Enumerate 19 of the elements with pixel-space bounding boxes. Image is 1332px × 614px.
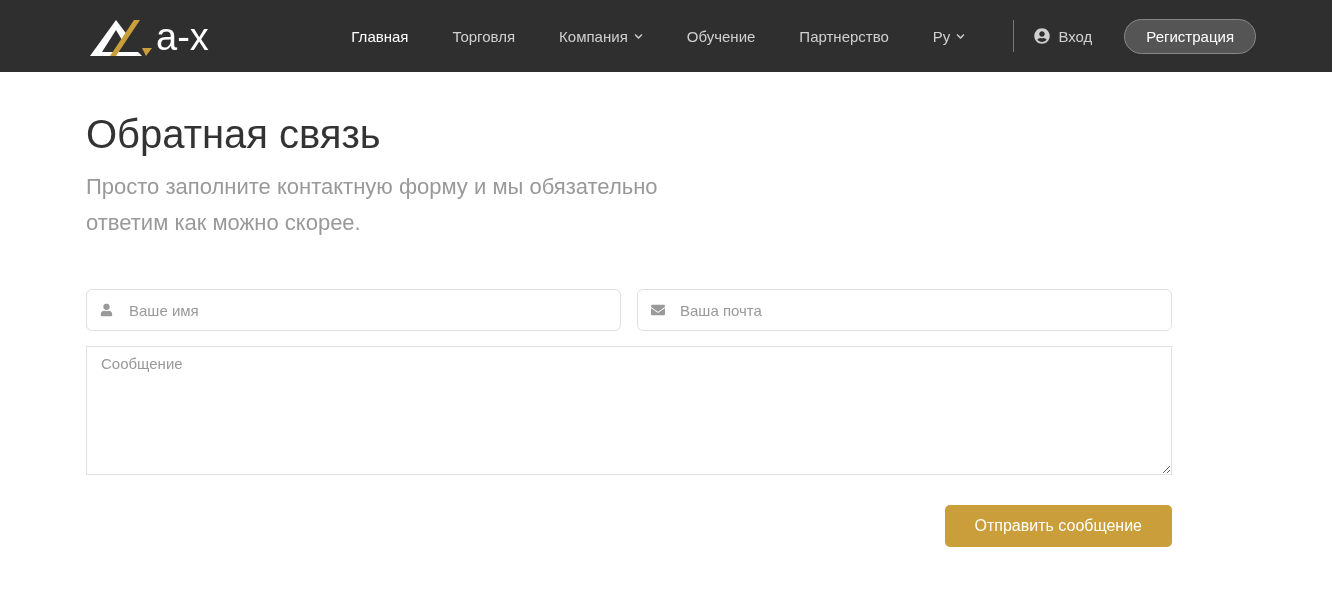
page-subtitle: Просто заполните контактную форму и мы обязательно ответим как можно скорее. — [86, 173, 659, 237]
envelope-icon — [651, 303, 665, 317]
nav-link[interactable]: Торговля — [430, 27, 538, 45]
message-field[interactable]: Сообщение — [86, 346, 1172, 475]
nav-link[interactable]: Ру — [910, 27, 988, 45]
email-field[interactable]: Ваша почта — [637, 289, 1172, 331]
user-icon — [100, 303, 113, 317]
page-title: Обратная связь — [86, 112, 382, 157]
nav-link[interactable]: Компания — [537, 27, 665, 45]
name-field[interactable]: Ваше имя — [86, 289, 621, 331]
register-button[interactable]: Регистрация — [1124, 18, 1256, 54]
login-link[interactable]: Вход — [1034, 27, 1093, 45]
nav-link[interactable]: Обучение — [664, 27, 778, 45]
chevron-icon — [633, 31, 643, 41]
nav-link[interactable]: Главная — [329, 27, 431, 45]
logo-text: a-x — [156, 18, 209, 56]
nav-link[interactable]: Партнерство — [777, 27, 911, 45]
chevron-icon — [956, 31, 966, 41]
user-icon — [1034, 28, 1051, 44]
